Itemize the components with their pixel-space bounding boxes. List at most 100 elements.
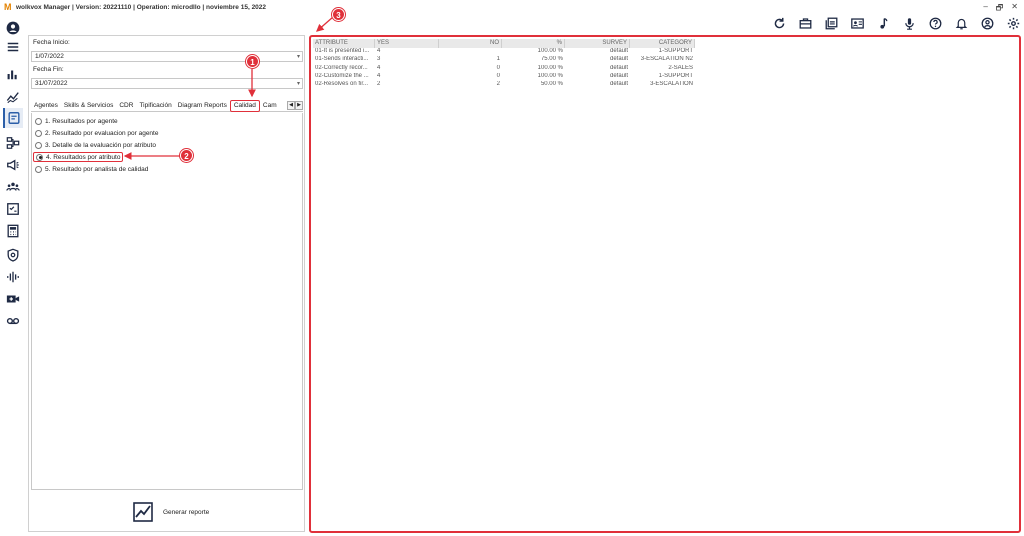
column-header-no[interactable]: NO (439, 38, 502, 48)
column-header-survey[interactable]: SURVEY (565, 38, 630, 48)
cell-yes: 4 (377, 64, 381, 71)
column-header-percent[interactable]: % (502, 38, 565, 48)
gallery-icon[interactable] (824, 16, 838, 30)
callout-badge-2: 2 (180, 149, 193, 162)
option-resultado-evaluacion-agente[interactable]: 2. Resultado por evaluacion por agente (35, 128, 158, 138)
radio-button-selected[interactable] (36, 153, 43, 161)
audio-wave-icon[interactable] (3, 267, 23, 287)
bar-chart-icon[interactable] (3, 64, 23, 84)
cell-percent: 50.00 % (540, 81, 563, 88)
end-date-value: 31/07/2022 (35, 80, 68, 87)
voicemail-icon[interactable] (3, 311, 23, 331)
tab-scroller: ◀ ▶ (287, 101, 303, 110)
music-note-icon[interactable] (876, 16, 890, 30)
menu-icon[interactable] (3, 37, 23, 57)
option-label: 3. Detalle de la evaluación por atributo (45, 141, 156, 149)
column-header-attribute[interactable]: ATTRIBUTE (313, 38, 375, 48)
user-avatar-icon[interactable] (3, 18, 23, 38)
window-title: wolkvox Manager | Version: 20221110 | Op… (16, 3, 267, 11)
results-table: ATTRIBUTE YES NO % SURVEY CATEGORY 01-It… (313, 38, 695, 88)
cell-attribute: 02-Resolves on fir... (315, 81, 369, 88)
cell-attribute: 02-Customize the ... (315, 72, 369, 79)
tab-diagram-reports[interactable]: Diagram Reports (175, 101, 230, 111)
workflow-icon[interactable] (3, 133, 23, 153)
app-window: M wolkvox Manager | Version: 20221110 | … (0, 0, 1024, 536)
chevron-left-icon[interactable]: ◀ (287, 101, 295, 110)
option-resultados-por-agente[interactable]: 1. Resultados por agente (35, 116, 118, 126)
cell-survey: default (609, 48, 628, 55)
table-row[interactable]: 01-It is presented i... 4 100.00 % defau… (313, 47, 695, 55)
start-date-value: 1/07/2022 (35, 53, 64, 60)
cell-survey: default (609, 81, 628, 88)
table-row[interactable]: 02-Customize the ... 4 0 100.00 % defaul… (313, 72, 695, 80)
tab-calidad[interactable]: Calidad (229, 100, 260, 112)
bell-icon[interactable] (954, 16, 968, 30)
table-row[interactable]: 02-Resolves on fir... 2 2 50.00 % defaul… (313, 80, 695, 88)
top-toolbar (772, 14, 1020, 32)
radio-button[interactable] (35, 117, 42, 125)
graph-icon[interactable] (3, 87, 23, 107)
table-header: ATTRIBUTE YES NO % SURVEY CATEGORY (313, 38, 695, 48)
end-date-label: Fecha Fin: (33, 66, 64, 73)
report-icon[interactable] (3, 108, 23, 128)
cell-category: 1-SUPPORT (658, 48, 693, 55)
campaign-icon[interactable] (3, 155, 23, 175)
tab-tipificacion[interactable]: Tipificación (136, 101, 174, 111)
chevron-right-icon[interactable]: ▶ (295, 101, 303, 110)
checklist-icon[interactable] (3, 199, 23, 219)
generate-report-button[interactable]: Generar reporte (133, 502, 209, 522)
cell-survey: default (609, 72, 628, 79)
cell-survey: default (609, 64, 628, 71)
cell-category: 2-SALES (668, 64, 693, 71)
cell-category: 3-ESCALATION N2 (640, 56, 693, 63)
report-filter-panel: Fecha Inicio: 1/07/2022 ▾ Fecha Fin: 31/… (28, 35, 305, 532)
cell-attribute: 01-It is presented i... (315, 48, 370, 55)
table-row[interactable]: 01-Sends interacti... 3 1 75.00 % defaul… (313, 55, 695, 63)
cell-category: 1-SUPPORT (658, 72, 693, 79)
contact-card-icon[interactable] (850, 16, 864, 30)
microphone-icon[interactable] (902, 16, 916, 30)
shield-icon[interactable] (3, 245, 23, 265)
end-date-field[interactable]: 31/07/2022 ▾ (31, 78, 303, 89)
radio-button[interactable] (35, 129, 42, 137)
column-header-category[interactable]: CATEGORY (630, 38, 695, 48)
radio-button[interactable] (35, 165, 42, 173)
cell-percent: 100.00 % (537, 48, 563, 55)
chevron-down-icon[interactable]: ▾ (297, 79, 300, 89)
cell-attribute: 02-Correctly recor... (315, 64, 368, 71)
radio-button[interactable] (35, 141, 42, 149)
gear-icon[interactable] (1006, 16, 1020, 30)
tab-agentes[interactable]: Agentes (31, 101, 61, 111)
option-resultados-por-atributo[interactable]: 4. Resultados por atributo (33, 152, 124, 162)
cell-yes: 3 (377, 56, 381, 63)
tab-skills-servicios[interactable]: Skills & Servicios (61, 101, 116, 111)
calculator-icon[interactable] (3, 221, 23, 241)
option-label: 1. Resultados por agente (45, 117, 118, 125)
option-detalle-evaluacion-atributo[interactable]: 3. Detalle de la evaluación por atributo (35, 140, 156, 150)
cell-percent: 100.00 % (537, 64, 563, 71)
start-date-field[interactable]: 1/07/2022 ▾ (31, 51, 303, 62)
generate-report-label: Generar reporte (163, 508, 210, 516)
user-icon[interactable] (980, 16, 994, 30)
title-bar: M wolkvox Manager | Version: 20221110 | … (0, 0, 1024, 14)
cell-no: 0 (496, 64, 500, 71)
refresh-icon[interactable] (772, 16, 786, 30)
report-options: 1. Resultados por agente 2. Resultado po… (31, 113, 303, 490)
chevron-down-icon[interactable]: ▾ (297, 52, 300, 62)
briefcase-icon[interactable] (798, 16, 812, 30)
cell-no: 1 (496, 56, 500, 63)
cell-percent: 75.00 % (540, 56, 563, 63)
sidebar (0, 14, 26, 536)
option-resultado-analista-calidad[interactable]: 5. Resultado por analista de calidad (35, 164, 148, 174)
tab-cdr[interactable]: CDR (116, 101, 136, 111)
tab-campanas[interactable]: Cam (260, 101, 280, 111)
help-icon[interactable] (928, 16, 942, 30)
cell-survey: default (609, 56, 628, 63)
video-plus-icon[interactable] (3, 289, 23, 309)
cell-no: 2 (496, 81, 500, 88)
table-row[interactable]: 02-Correctly recor... 4 0 100.00 % defau… (313, 64, 695, 72)
results-panel: ATTRIBUTE YES NO % SURVEY CATEGORY 01-It… (309, 35, 1021, 533)
group-icon[interactable] (3, 177, 23, 197)
cell-yes: 4 (377, 72, 381, 79)
column-header-yes[interactable]: YES (375, 38, 439, 48)
